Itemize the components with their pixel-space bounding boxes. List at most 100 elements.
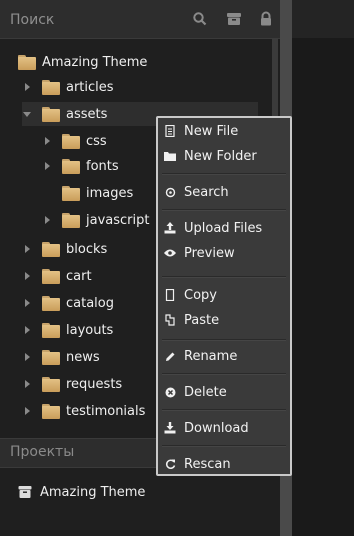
menu-item-label: Delete bbox=[184, 384, 227, 400]
paste-icon bbox=[164, 314, 176, 326]
folder-icon bbox=[62, 212, 80, 228]
tree-root-label: Amazing Theme bbox=[42, 54, 148, 70]
tree-item-fonts[interactable]: fonts bbox=[42, 154, 119, 178]
menu-item-label: Rename bbox=[184, 348, 238, 364]
folder-icon bbox=[42, 376, 60, 392]
tree-item-label: catalog bbox=[66, 295, 114, 311]
tree-item-catalog[interactable]: catalog bbox=[22, 291, 114, 315]
menu-item-rename[interactable]: Rename bbox=[164, 345, 237, 367]
menu-item-label: Rescan bbox=[184, 456, 231, 472]
folder-icon bbox=[42, 403, 60, 419]
tree-item-testimonials[interactable]: testimonials bbox=[22, 399, 145, 423]
projects-title: Проекты bbox=[10, 444, 75, 460]
menu-item-label: Upload Files bbox=[184, 220, 263, 236]
tree-item-layouts[interactable]: layouts bbox=[22, 318, 113, 342]
menu-item-preview[interactable]: Preview bbox=[164, 242, 235, 264]
tree-item-label: news bbox=[66, 349, 100, 365]
tree-item-label: layouts bbox=[66, 322, 114, 338]
file-icon bbox=[164, 125, 176, 137]
download-icon bbox=[164, 422, 176, 434]
chevron-right-icon[interactable] bbox=[42, 136, 52, 146]
chevron-right-icon[interactable] bbox=[42, 215, 52, 225]
chevron-down-icon[interactable] bbox=[22, 109, 32, 119]
folder-icon bbox=[42, 295, 60, 311]
folder-icon bbox=[42, 322, 60, 338]
menu-separator bbox=[162, 373, 286, 375]
folder-icon bbox=[62, 133, 80, 149]
search-bar bbox=[0, 0, 280, 39]
menu-item-new-folder[interactable]: New Folder bbox=[164, 145, 257, 167]
tree-root[interactable]: Amazing Theme bbox=[18, 50, 147, 74]
search-input[interactable] bbox=[8, 9, 192, 31]
folder-icon bbox=[164, 150, 176, 162]
eye-icon bbox=[164, 247, 176, 259]
menu-item-paste[interactable]: Paste bbox=[164, 309, 219, 331]
menu-item-copy[interactable]: Copy bbox=[164, 284, 217, 306]
editor-area bbox=[292, 0, 354, 536]
menu-item-rescan[interactable]: Rescan bbox=[164, 453, 231, 475]
tree-item-label: testimonials bbox=[66, 403, 146, 419]
menu-separator bbox=[162, 209, 286, 211]
tree-item-label: javascript bbox=[86, 212, 150, 228]
chevron-right-icon[interactable] bbox=[22, 379, 32, 389]
menu-item-download[interactable]: Download bbox=[164, 417, 249, 439]
chevron-right-icon[interactable] bbox=[22, 82, 32, 92]
folder-icon bbox=[18, 54, 36, 70]
context-menu: New File New Folder Search Upload Files … bbox=[156, 116, 292, 476]
tree-item-news[interactable]: news bbox=[22, 345, 100, 369]
search-icon[interactable] bbox=[192, 11, 208, 27]
tree-item-css[interactable]: css bbox=[42, 129, 107, 153]
tree-item-label: cart bbox=[66, 268, 92, 284]
folder-icon bbox=[42, 349, 60, 365]
tree-item-label: fonts bbox=[86, 158, 119, 174]
menu-separator bbox=[162, 276, 286, 278]
tree-item-cart[interactable]: cart bbox=[22, 264, 92, 288]
folder-icon bbox=[62, 185, 80, 201]
tree-item-javascript[interactable]: javascript bbox=[42, 208, 149, 232]
menu-item-delete[interactable]: Delete bbox=[164, 381, 227, 403]
tree-item-images[interactable]: images bbox=[62, 181, 133, 205]
folder-icon bbox=[62, 158, 80, 174]
chevron-right-icon[interactable] bbox=[22, 352, 32, 362]
menu-item-new-file[interactable]: New File bbox=[164, 120, 238, 142]
lock-icon[interactable] bbox=[258, 11, 274, 27]
editor-header bbox=[292, 0, 354, 38]
menu-item-search[interactable]: Search bbox=[164, 181, 229, 203]
tree-item-label: blocks bbox=[66, 241, 108, 257]
menu-separator bbox=[162, 409, 286, 411]
menu-separator bbox=[162, 173, 286, 175]
tree-item-label: requests bbox=[66, 376, 123, 392]
project-item[interactable]: Amazing Theme bbox=[18, 482, 145, 502]
menu-item-label: Paste bbox=[184, 312, 220, 328]
chevron-right-icon[interactable] bbox=[22, 406, 32, 416]
copy-icon bbox=[164, 289, 176, 301]
menu-item-label: Copy bbox=[184, 287, 217, 303]
project-item-label: Amazing Theme bbox=[40, 484, 146, 500]
tree-item-label: articles bbox=[66, 79, 114, 95]
menu-item-label: New Folder bbox=[184, 148, 257, 164]
archive-icon[interactable] bbox=[226, 11, 242, 27]
chevron-right-icon[interactable] bbox=[22, 325, 32, 335]
archive-icon bbox=[18, 486, 32, 498]
search-icon bbox=[164, 186, 176, 198]
menu-separator bbox=[162, 339, 286, 341]
tree-item-label: assets bbox=[66, 106, 108, 122]
chevron-right-icon[interactable] bbox=[22, 271, 32, 281]
tree-item-requests[interactable]: requests bbox=[22, 372, 122, 396]
menu-item-upload-files[interactable]: Upload Files bbox=[164, 217, 262, 239]
menu-item-label: New File bbox=[184, 123, 239, 139]
upload-icon bbox=[164, 222, 176, 234]
tree-item-label: images bbox=[86, 185, 134, 201]
chevron-right-icon[interactable] bbox=[22, 244, 32, 254]
folder-icon bbox=[42, 268, 60, 284]
tree-item-label: css bbox=[86, 133, 107, 149]
chevron-right-icon[interactable] bbox=[22, 298, 32, 308]
tree-item-blocks[interactable]: blocks bbox=[22, 237, 107, 261]
folder-icon bbox=[42, 241, 60, 257]
folder-icon bbox=[42, 106, 60, 122]
tree-item-articles[interactable]: articles bbox=[22, 75, 114, 99]
pencil-icon bbox=[164, 350, 176, 362]
chevron-right-icon[interactable] bbox=[42, 161, 52, 171]
refresh-icon bbox=[164, 458, 176, 470]
folder-icon bbox=[42, 79, 60, 95]
